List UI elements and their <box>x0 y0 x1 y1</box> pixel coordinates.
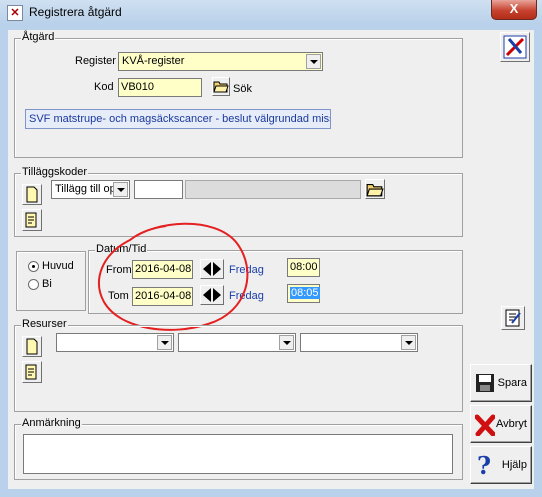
tillaggskoder-group-label: Tilläggskoder <box>21 166 89 178</box>
new-tillagg-button[interactable] <box>22 184 42 205</box>
new-document-icon <box>26 186 38 203</box>
kod-input[interactable]: VB010 <box>118 78 202 97</box>
title-bar[interactable]: ✕ Registrera åtgärd X <box>0 0 542 24</box>
bi-radio[interactable] <box>28 279 39 290</box>
tillagg-code-input[interactable] <box>134 180 183 199</box>
resurser-group-label: Resurser <box>21 318 68 330</box>
edit-tools-button[interactable] <box>500 32 530 62</box>
resurs-select-3[interactable] <box>300 333 418 352</box>
resurser-group: Resurser <box>14 318 463 412</box>
register-value: KVÅ-register <box>122 55 185 67</box>
tillagg-search-button[interactable] <box>365 179 385 199</box>
tillagg-type-select[interactable]: Tillägg till op <box>51 180 130 199</box>
chevron-down-icon[interactable] <box>401 335 416 350</box>
avbryt-button[interactable]: Avbryt <box>470 405 532 443</box>
from-time-value: 08:00 <box>290 261 318 273</box>
register-label: Register <box>75 55 116 67</box>
chevron-down-icon[interactable] <box>306 54 321 69</box>
atgard-group-label: Åtgärd <box>21 31 56 43</box>
period-type-group: Huvud Bi <box>16 251 86 311</box>
folder-open-icon <box>366 183 384 197</box>
new-document-icon <box>26 338 38 355</box>
register-select[interactable]: KVÅ-register <box>118 52 323 71</box>
edit-document-icon <box>25 212 37 228</box>
window-title: Registrera åtgärd <box>29 5 122 19</box>
tom-time-value: 08:05 <box>290 287 320 299</box>
tools-icon <box>503 35 527 59</box>
cancel-x-icon <box>475 414 495 436</box>
edit-document-icon <box>25 364 37 380</box>
spara-button[interactable]: Spara <box>470 364 532 402</box>
folder-open-icon <box>213 81 229 93</box>
huvud-label: Huvud <box>42 260 74 272</box>
anmarkning-group-label: Anmärkning <box>21 417 82 429</box>
red-annotation-circle <box>98 222 249 331</box>
anmarkning-textarea[interactable] <box>23 434 453 474</box>
edit-note-button[interactable] <box>501 306 525 330</box>
tillagg-type-value: Tillägg till op <box>55 183 116 195</box>
resurs-select-2[interactable] <box>178 333 296 352</box>
tillagg-text-field <box>185 180 361 199</box>
sok-button[interactable] <box>212 77 230 96</box>
huvud-radio[interactable] <box>28 261 39 272</box>
bi-label: Bi <box>42 278 52 290</box>
atgard-description[interactable]: SVF matstrupe- och magsäckscancer - besl… <box>25 109 331 129</box>
sok-label: Sök <box>233 83 252 95</box>
tom-time-input[interactable]: 08:05 <box>287 284 320 303</box>
avbryt-label: Avbryt <box>496 418 527 430</box>
hjalp-button[interactable]: ? Hjälp <box>470 446 532 484</box>
atgard-group: Åtgärd Register KVÅ-register Kod VB010 S… <box>14 31 463 158</box>
chevron-down-icon[interactable] <box>113 182 128 197</box>
kod-label: Kod <box>94 81 114 93</box>
edit-note-icon <box>505 309 521 327</box>
chevron-down-icon[interactable] <box>279 335 294 350</box>
chevron-down-icon[interactable] <box>157 335 172 350</box>
close-button[interactable]: X <box>491 0 537 20</box>
edit-tillagg-button[interactable] <box>22 209 42 231</box>
help-question-icon: ? <box>477 451 492 480</box>
edit-resurs-button[interactable] <box>22 361 42 383</box>
floppy-disk-icon <box>476 374 494 392</box>
kod-value: VB010 <box>121 81 155 93</box>
anmarkning-group: Anmärkning <box>14 417 463 480</box>
resurs-select-1[interactable] <box>56 333 174 352</box>
hjalp-label: Hjälp <box>501 459 527 471</box>
from-time-input[interactable]: 08:00 <box>287 258 320 277</box>
spara-label: Spara <box>497 377 527 389</box>
dialog-client-area: Åtgärd Register KVÅ-register Kod VB010 S… <box>8 30 534 489</box>
new-resurs-button[interactable] <box>22 336 42 357</box>
app-icon: ✕ <box>7 5 23 21</box>
dialog-window: ✕ Registrera åtgärd X Åtgärd Register KV… <box>0 0 542 497</box>
